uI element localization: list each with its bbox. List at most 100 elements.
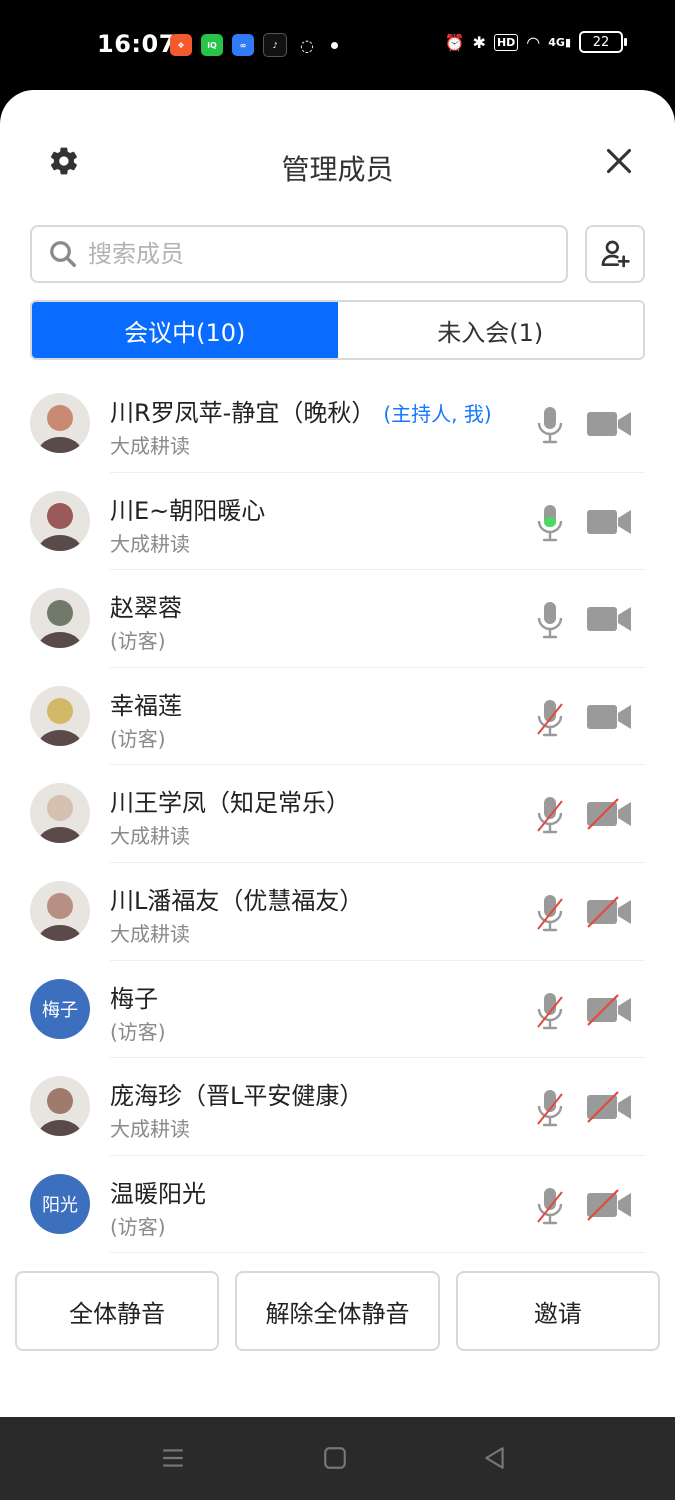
member-name: 梅子	[110, 979, 158, 1014]
camera-icon[interactable]	[586, 602, 632, 636]
wifi-icon: ◠	[526, 32, 541, 52]
cellular-icon: 4G▮	[548, 35, 571, 49]
mic-muted-icon[interactable]	[536, 795, 564, 835]
system-icons: ⏰ ✱ HD ◠ 4G▮ 22	[444, 31, 627, 53]
hd-icon: HD	[493, 33, 519, 51]
add-person-icon	[601, 240, 630, 268]
mute-all-button[interactable]: 全体静音	[15, 1271, 220, 1351]
avatar-photo	[30, 685, 90, 746]
camera-off-icon[interactable]	[586, 895, 632, 929]
search-icon	[50, 241, 76, 267]
mic-muted-icon[interactable]	[536, 893, 564, 933]
status-bar: 16:07 ❖ iQ ∞ ♪ ◌ ⏰ ✱ HD ◠ 4G▮ 22	[0, 0, 675, 90]
member-subtitle: (访客)	[110, 1214, 166, 1239]
iqiyi-icon: iQ	[201, 34, 223, 56]
avatar: 梅子	[30, 978, 90, 1039]
member-name-text: 温暖阳光	[110, 1179, 206, 1208]
bluetooth-icon: ✱	[472, 32, 486, 52]
avatar-photo	[30, 588, 90, 649]
member-name-text: 梅子	[110, 984, 158, 1013]
member-name-text: 幸福莲	[110, 691, 182, 720]
member-name: 幸福莲	[110, 686, 182, 721]
member-name: 川王学凤（知足常乐）	[110, 783, 350, 818]
mic-muted-icon[interactable]	[536, 698, 564, 738]
member-subtitle: (访客)	[110, 1019, 166, 1044]
status-time: 16:07	[97, 30, 176, 58]
camera-icon[interactable]	[586, 505, 632, 539]
member-name-text: 赵翠蓉	[110, 594, 182, 623]
member-tabs: 会议中(10) 未入会(1)	[30, 300, 645, 360]
back-icon[interactable]	[482, 1445, 508, 1471]
camera-off-icon[interactable]	[586, 797, 632, 831]
member-name: 川L潘福友（优慧福友）	[110, 881, 363, 916]
row-divider	[110, 1252, 645, 1254]
member-name: 赵翠蓉	[110, 588, 182, 623]
mic-muted-icon[interactable]	[536, 1186, 564, 1226]
add-member-button[interactable]	[585, 225, 645, 283]
camera-off-icon[interactable]	[586, 993, 632, 1027]
avatar-photo	[30, 490, 90, 551]
camera-icon[interactable]	[586, 407, 632, 441]
avatar: 阳光	[30, 1173, 90, 1234]
member-row[interactable]: 梅子 梅子 (访客)	[0, 961, 675, 1059]
member-subtitle: (访客)	[110, 726, 166, 751]
member-row[interactable]: 赵翠蓉 (访客)	[0, 570, 675, 668]
mic-muted-icon[interactable]	[536, 1088, 564, 1128]
avatar-photo	[30, 880, 90, 941]
avatar-initials: 阳光	[42, 1194, 78, 1216]
tab-not-joined[interactable]: 未入会(1)	[338, 302, 644, 358]
battery-icon: 22	[579, 31, 627, 53]
member-row[interactable]: 幸福莲 (访客)	[0, 668, 675, 766]
camera-off-icon[interactable]	[586, 1090, 632, 1124]
mic-icon[interactable]	[536, 600, 564, 640]
tiktok-icon: ♪	[263, 33, 287, 57]
member-subtitle: 大成耕读	[110, 921, 190, 946]
search-input[interactable]	[86, 239, 530, 269]
app-notification-icon: ❖	[170, 34, 192, 56]
avatar-photo	[30, 783, 90, 844]
camera-icon[interactable]	[586, 700, 632, 734]
member-name: 川E~朝阳暖心	[110, 491, 265, 526]
member-name: 庞海珍（晋L平安健康）	[110, 1076, 363, 1111]
member-name-text: 川R罗凤苹-静宜（晚秋）	[110, 399, 376, 427]
notification-icons: ❖ iQ ∞ ♪ ◌	[170, 33, 338, 57]
tab-in-meeting[interactable]: 会议中(10)	[32, 302, 338, 358]
close-icon[interactable]	[605, 147, 633, 175]
member-row[interactable]: 川E~朝阳暖心 大成耕读	[0, 473, 675, 571]
manage-members-sheet: 管理成员 会议中(10) 未入会(1) 川R罗凤苹-静宜（晚秋） (主持人, 我)…	[0, 90, 675, 1417]
network-type: 4G	[548, 35, 565, 49]
unmute-all-button[interactable]: 解除全体静音	[235, 1271, 440, 1351]
home-icon[interactable]	[322, 1445, 348, 1471]
avatar-initials: 梅子	[42, 999, 78, 1021]
member-row[interactable]: 川L潘福友（优慧福友） 大成耕读	[0, 863, 675, 961]
member-name-text: 川E~朝阳暖心	[110, 496, 266, 525]
member-name-text: 庞海珍（晋L平安健康）	[110, 1082, 364, 1111]
battery-level: 22	[592, 34, 610, 50]
member-name: 川R罗凤苹-静宜（晚秋） (主持人, 我)	[110, 393, 492, 428]
mic-muted-icon[interactable]	[536, 991, 564, 1031]
mic-icon[interactable]	[536, 405, 564, 445]
member-subtitle: 大成耕读	[110, 1117, 190, 1142]
invite-button[interactable]: 邀请	[455, 1271, 660, 1351]
member-name-text: 川L潘福友（优慧福友）	[110, 886, 364, 915]
infinity-app-icon: ∞	[232, 34, 254, 56]
alarm-icon: ⏰	[444, 32, 465, 52]
member-name: 温暖阳光	[110, 1174, 206, 1209]
mic-icon[interactable]	[536, 503, 564, 543]
system-nav-bar	[0, 1417, 675, 1500]
search-box[interactable]	[30, 225, 568, 283]
menu-icon[interactable]	[160, 1445, 186, 1471]
member-row[interactable]: 庞海珍（晋L平安健康） 大成耕读	[0, 1058, 675, 1156]
member-row[interactable]: 川R罗凤苹-静宜（晚秋） (主持人, 我) 大成耕读	[0, 375, 675, 473]
member-subtitle: 大成耕读	[110, 824, 190, 849]
host-tag: (主持人, 我)	[383, 402, 492, 426]
member-name-text: 川王学凤（知足常乐）	[110, 789, 350, 818]
member-row[interactable]: 阳光 温暖阳光 (访客)	[0, 1156, 675, 1254]
member-row[interactable]: 川王学凤（知足常乐） 大成耕读	[0, 765, 675, 863]
page-title: 管理成员	[281, 153, 394, 186]
member-subtitle: (访客)	[110, 629, 166, 654]
camera-off-icon[interactable]	[586, 1188, 632, 1222]
avatar-photo	[30, 393, 90, 453]
more-notifications-dot-icon	[331, 41, 338, 49]
member-subtitle: 大成耕读	[110, 434, 190, 458]
